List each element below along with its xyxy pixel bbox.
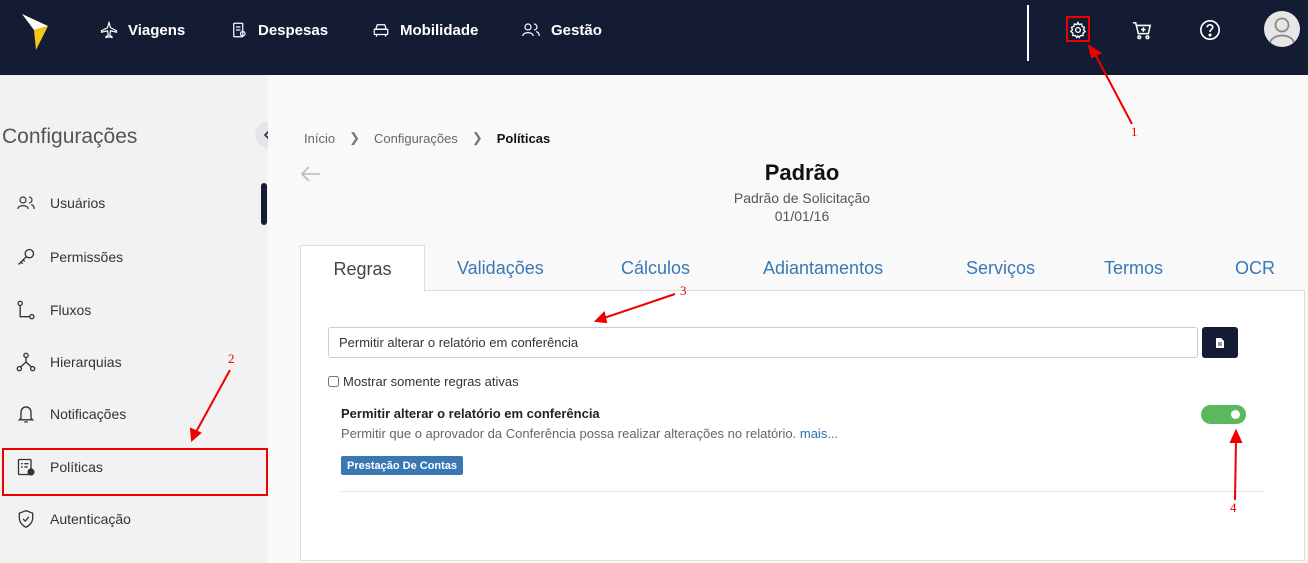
rule-enabled-toggle[interactable]: [1201, 405, 1246, 424]
page-date: 01/01/16: [774, 208, 830, 224]
cart-icon: [1132, 21, 1152, 40]
sidebar-title: Configurações: [2, 125, 138, 148]
breadcrumb-politicas: Políticas: [496, 130, 551, 146]
breadcrumb: Início ❯ Configurações ❯ Políticas: [304, 130, 550, 146]
sidebar-item-notificacoes[interactable]: Notificações: [0, 394, 268, 434]
active-rules-label: Mostrar somente regras ativas: [343, 374, 519, 389]
annotation-4: 4: [1230, 500, 1237, 515]
avatar[interactable]: [1264, 11, 1300, 47]
users-icon: [522, 23, 540, 37]
nav-despesas[interactable]: Despesas: [230, 20, 328, 40]
document-icon: [1216, 337, 1224, 348]
help-icon: [1200, 20, 1220, 40]
nav-gestao[interactable]: Gestão: [521, 20, 602, 40]
user-avatar-icon: [1269, 17, 1295, 44]
page-subtitle: Padrão de Solicitação: [733, 190, 871, 206]
active-rules-filter[interactable]: Mostrar somente regras ativas: [328, 374, 519, 389]
breadcrumb-inicio[interactable]: Início: [304, 131, 335, 146]
sidebar-item-label: Notificações: [50, 406, 127, 422]
nav-gestao-label: Gestão: [551, 21, 602, 39]
users-icon: [17, 196, 35, 210]
top-navbar: Viagens Despesas Mobilidade Gestão: [0, 0, 1308, 75]
brand-logo[interactable]: [20, 12, 50, 52]
sidebar-item-fluxos[interactable]: Fluxos: [0, 290, 268, 330]
nav-viagens-label: Viagens: [128, 21, 186, 39]
arrow-left-icon: [300, 166, 320, 182]
tab-adiantamentos[interactable]: Adiantamentos: [763, 258, 883, 279]
active-rules-checkbox[interactable]: [328, 376, 339, 387]
sidebar-item-label: Usuários: [50, 195, 106, 211]
rule-category-badge: Prestação De Contas: [341, 456, 464, 475]
chevron-right-icon: ❯: [349, 130, 360, 145]
annotation-3: 3: [680, 283, 687, 298]
breadcrumb-configuracoes[interactable]: Configurações: [374, 131, 458, 146]
nav-viagens[interactable]: Viagens: [100, 20, 185, 40]
rule-divider: [341, 491, 1264, 492]
shield-icon: [18, 509, 34, 529]
tab-regras[interactable]: Regras: [300, 245, 425, 292]
receipt-icon: [233, 22, 246, 38]
tab-termos[interactable]: Termos: [1104, 258, 1163, 279]
annotation-1: 1: [1131, 124, 1138, 139]
key-icon: [18, 248, 35, 265]
tab-validacoes[interactable]: Validações: [457, 258, 544, 279]
sidebar-item-label: Fluxos: [50, 302, 92, 318]
tab-calculos[interactable]: Cálculos: [621, 258, 690, 279]
sidebar-item-usuarios[interactable]: Usuários: [0, 183, 268, 223]
search-button[interactable]: [1202, 327, 1238, 358]
topbar-divider: [1027, 5, 1029, 61]
bell-icon: [17, 406, 35, 423]
chevron-right-icon: ❯: [471, 130, 483, 145]
help-button[interactable]: [1198, 18, 1222, 42]
cart-button[interactable]: [1130, 18, 1154, 42]
nav-despesas-label: Despesas: [258, 21, 329, 39]
sidebar-item-label: Hierarquias: [50, 354, 122, 370]
rule-description-text: Permitir que o aprovador da Conferência …: [341, 426, 797, 441]
rule-title: Permitir alterar o relatório em conferên…: [341, 406, 600, 421]
nav-mobilidade-label: Mobilidade: [400, 21, 479, 39]
rule-more-link[interactable]: mais...: [800, 426, 838, 441]
sidebar-item-label: Permissões: [50, 249, 124, 265]
rule-description: Permitir que o aprovador da Conferência …: [341, 426, 838, 441]
sidebar-item-permissoes[interactable]: Permissões: [0, 237, 268, 277]
annotation-2: 2: [228, 351, 235, 366]
politicas-highlight-box: [2, 448, 268, 496]
sidebar-item-label: Autenticação: [50, 511, 131, 527]
nav-mobilidade[interactable]: Mobilidade: [372, 20, 478, 40]
page-title: Padrão: [764, 160, 840, 185]
hierarchy-icon: [16, 352, 36, 372]
back-button[interactable]: [300, 165, 322, 188]
tab-servicos[interactable]: Serviços: [966, 258, 1035, 279]
rules-search-input[interactable]: [328, 327, 1198, 358]
sidebar-item-autenticacao[interactable]: Autenticação: [0, 499, 268, 539]
tab-ocr[interactable]: OCR: [1235, 258, 1275, 279]
settings-highlight-box: [1066, 16, 1090, 42]
car-icon: [373, 24, 389, 37]
flow-icon: [17, 300, 35, 320]
airplane-icon: [100, 21, 118, 39]
